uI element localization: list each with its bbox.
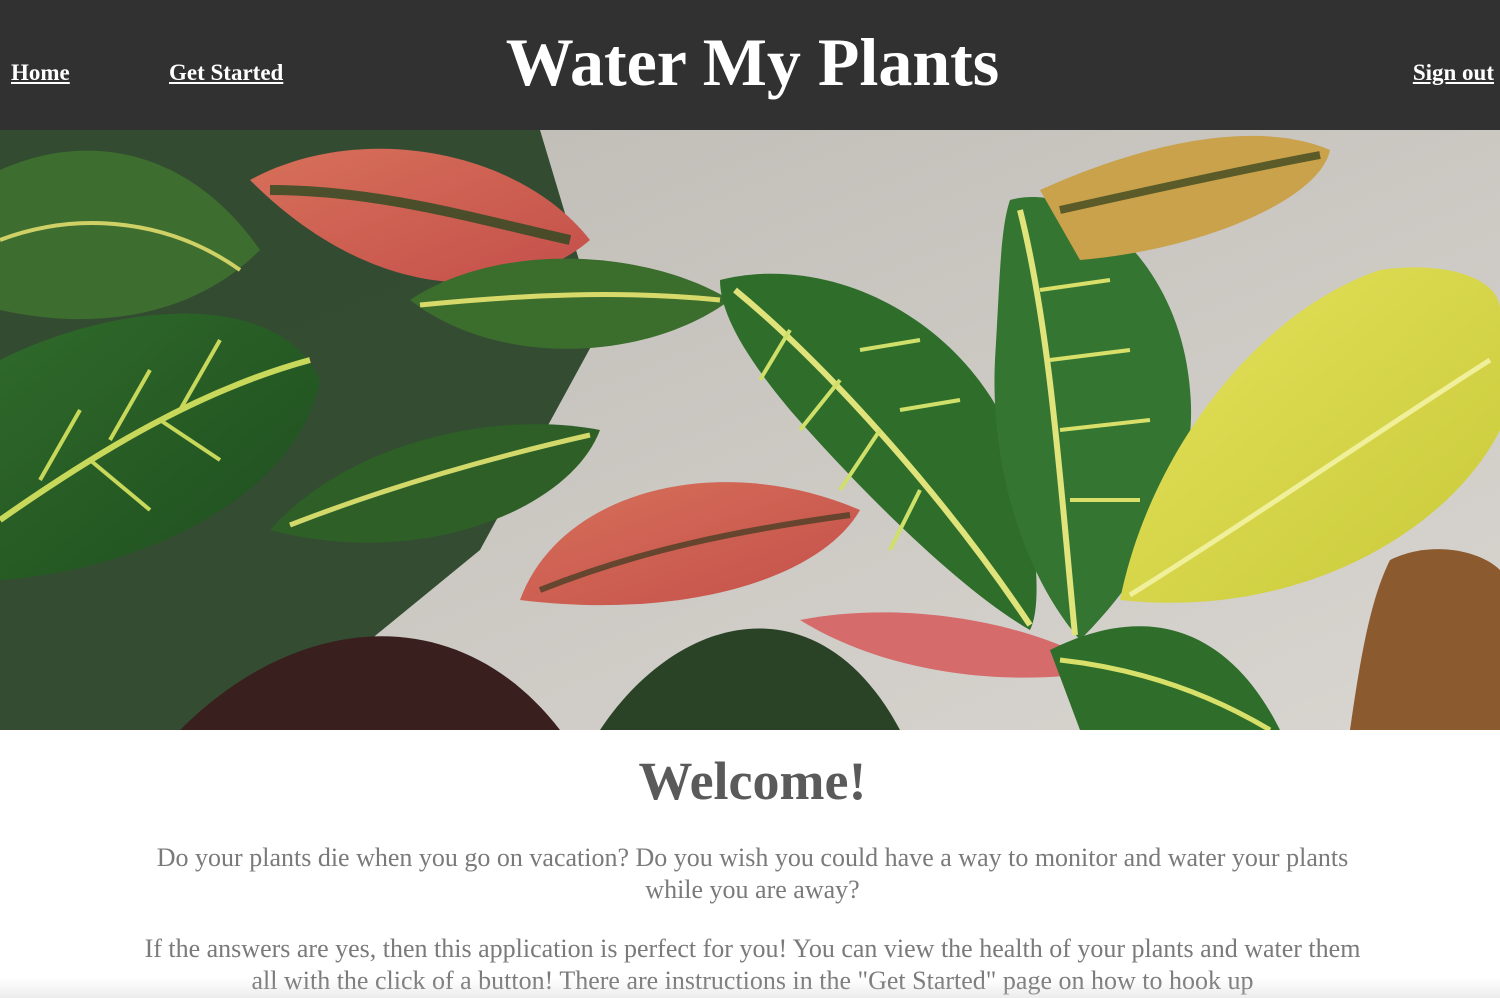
intro-paragraph: Do your plants die when you go on vacati… xyxy=(156,843,1349,904)
welcome-heading: Welcome! xyxy=(638,751,867,811)
hero-plant-image xyxy=(0,130,1500,730)
top-nav-bar: Home Get Started Water My Plants Sign ou… xyxy=(0,0,1500,130)
nav-sign-out-link[interactable]: Sign out xyxy=(1413,60,1494,86)
description-paragraph: If the answers are yes, then this applic… xyxy=(144,934,1361,995)
site-title: Water My Plants xyxy=(505,24,1000,100)
